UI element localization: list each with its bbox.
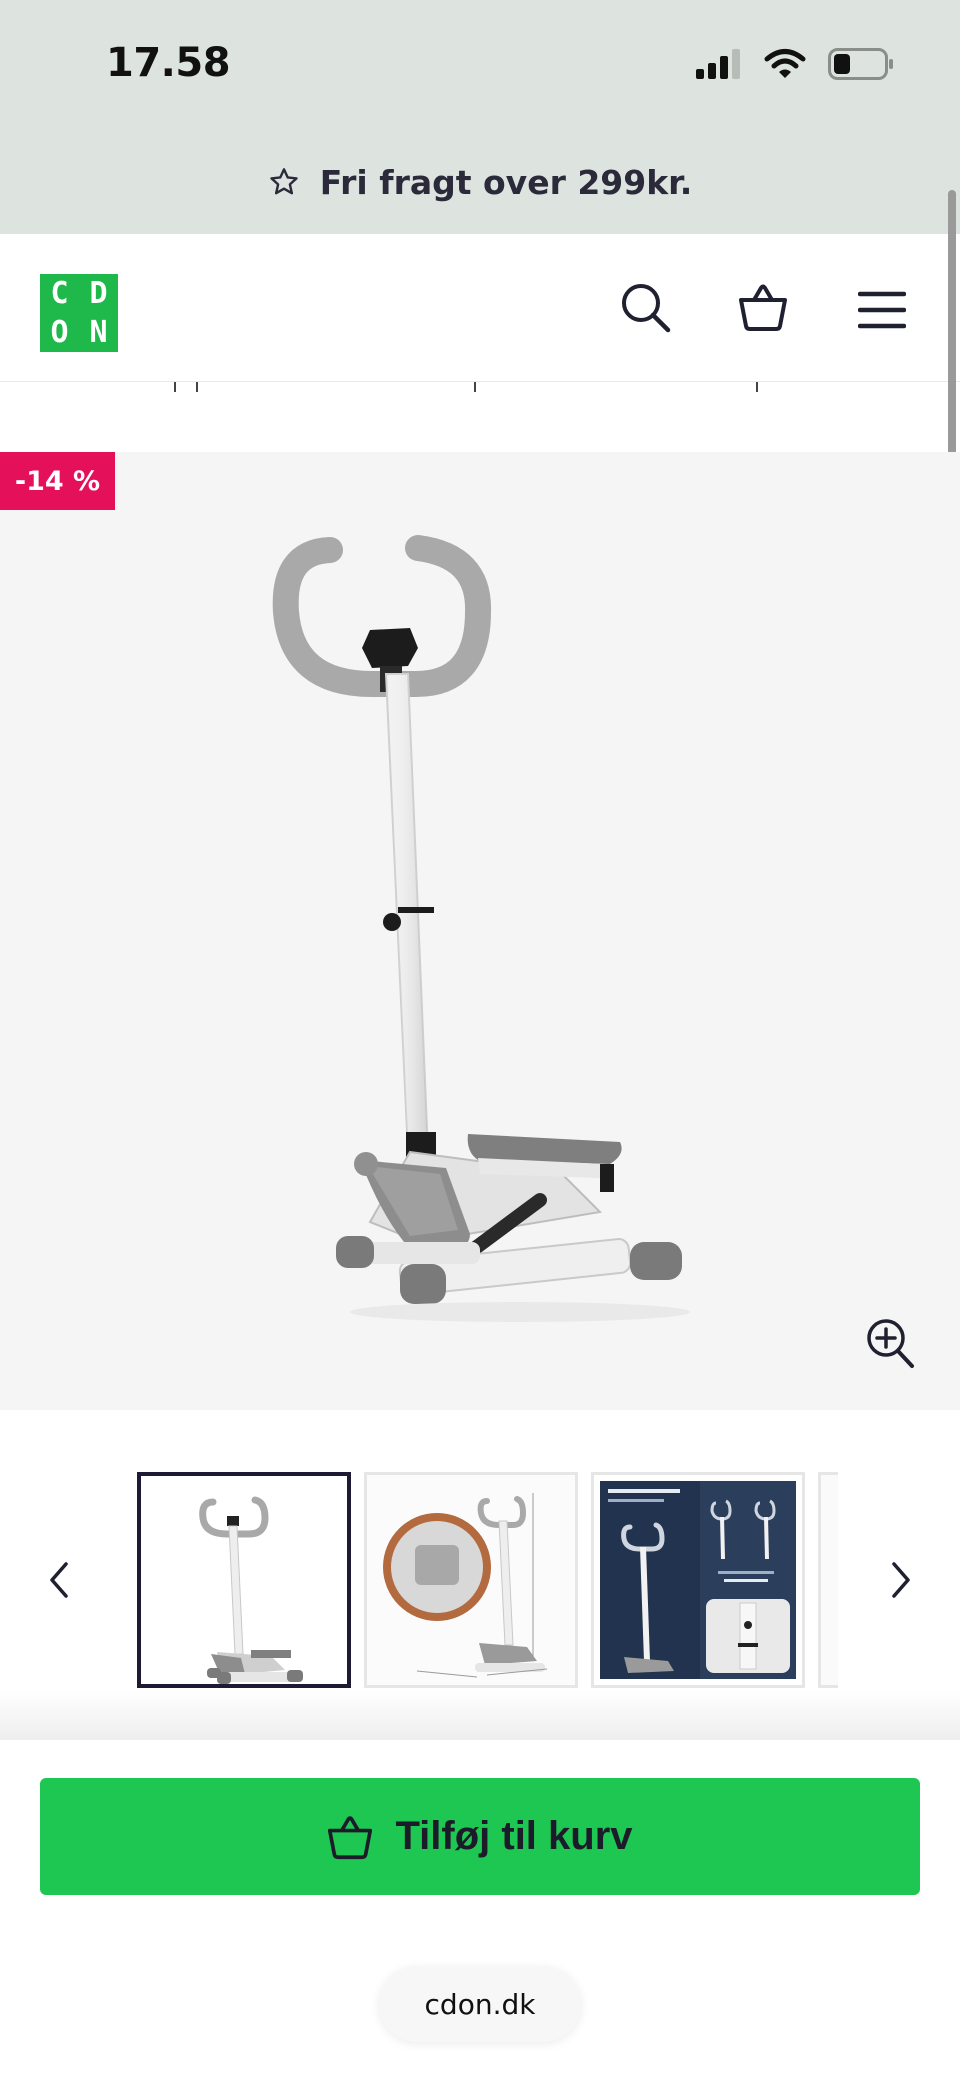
cdon-logo[interactable]: C D O N xyxy=(40,274,118,352)
thumbnail-image xyxy=(367,1475,575,1685)
thumbnail-3[interactable] xyxy=(591,1472,805,1688)
status-bar: 17.58 xyxy=(0,0,960,130)
wifi-icon xyxy=(764,49,806,78)
search-icon[interactable] xyxy=(620,282,672,334)
thumbnail-1[interactable] xyxy=(137,1472,351,1688)
add-to-cart-button[interactable]: Tilføj til kurv xyxy=(40,1778,920,1895)
add-to-cart-label: Tilføj til kurv xyxy=(395,1814,633,1858)
product-image[interactable] xyxy=(0,452,960,1410)
partially-hidden-subnav xyxy=(0,382,960,394)
stepper-machine-image xyxy=(272,535,690,1322)
promo-banner: Fri fragt over 299kr. xyxy=(0,130,960,234)
thumbnail-image xyxy=(141,1476,347,1684)
signal-icon xyxy=(696,49,740,79)
chevron-right-icon[interactable] xyxy=(890,1560,912,1600)
logo-letter: D xyxy=(89,276,108,311)
basket-icon[interactable] xyxy=(738,282,788,332)
basket-icon xyxy=(328,1815,373,1859)
thumbnail-2[interactable] xyxy=(364,1472,578,1688)
browser-url-bar[interactable]: cdon.dk xyxy=(379,1966,581,2042)
logo-letter: O xyxy=(50,315,69,350)
site-header: C D O N xyxy=(0,234,960,382)
chevron-left-icon[interactable] xyxy=(48,1560,70,1600)
thumbnail-image xyxy=(594,1475,802,1685)
thumbnail-4-partial[interactable] xyxy=(818,1472,838,1688)
logo-letter: C xyxy=(50,276,69,311)
zoom-in-icon[interactable] xyxy=(866,1318,916,1370)
logo-letter: N xyxy=(89,315,108,350)
battery-icon xyxy=(828,48,893,80)
status-icons xyxy=(696,44,894,84)
promo-text: Fri fragt over 299kr. xyxy=(319,162,693,202)
menu-icon[interactable] xyxy=(858,290,906,330)
discount-badge: -14 % xyxy=(0,452,115,510)
star-icon xyxy=(269,168,298,195)
sticky-bar-shadow xyxy=(0,1690,960,1740)
status-time: 17.58 xyxy=(106,40,231,86)
